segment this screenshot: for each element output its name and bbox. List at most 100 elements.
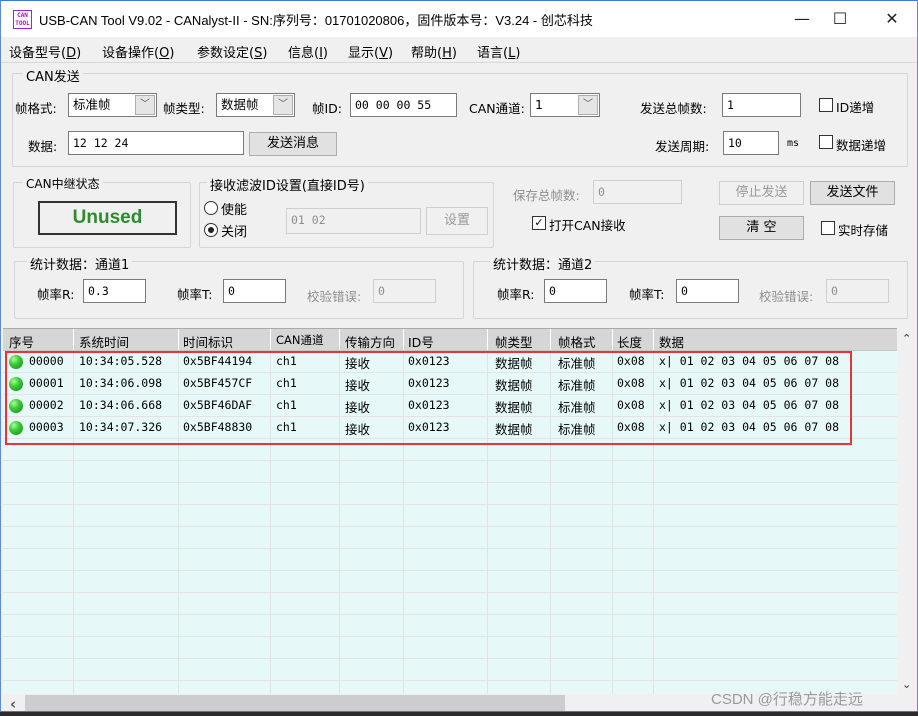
menu-display[interactable]: 显示(V) — [348, 42, 393, 61]
clear-button[interactable]: 清 空 — [719, 216, 804, 240]
cell-data: x| 01 02 03 04 05 06 07 08 — [659, 420, 840, 434]
col-separator[interactable] — [178, 329, 179, 350]
col-separator[interactable] — [73, 329, 74, 350]
col-header-system-time[interactable]: 系统时间 — [79, 332, 129, 351]
col-separator[interactable] — [339, 329, 340, 350]
cell-data: x| 01 02 03 04 05 06 07 08 — [659, 398, 840, 412]
menu-help[interactable]: 帮助(H) — [411, 42, 457, 61]
col-separator[interactable] — [612, 329, 613, 350]
maximize-icon: ☐ — [832, 9, 848, 28]
cell-system-time: 10:34:06.668 — [79, 398, 163, 412]
frame-type-value: 数据帧 — [221, 97, 259, 112]
menu-device-operation[interactable]: 设备操作(O) — [102, 42, 174, 61]
send-period-input[interactable]: 10 — [723, 131, 779, 155]
menu-device-model[interactable]: 设备型号(D) — [9, 42, 81, 61]
receive-filter-title: 接收滤波ID设置(直接ID号) — [207, 175, 368, 194]
relay-status-indicator: Unused — [38, 201, 177, 235]
col-header-data[interactable]: 数据 — [659, 332, 684, 351]
table-row[interactable]: 00000 10:34:05.528 0x5BF44194 ch1 接收 0x0123 数据… — [3, 351, 897, 373]
frame-format-select[interactable]: 标准帧 ﹀ — [68, 93, 157, 117]
col-separator[interactable] — [403, 329, 404, 350]
relay-status-title: CAN中继状态 — [23, 175, 103, 192]
cell-frame-type: 数据帧 — [495, 422, 533, 437]
data-label: 数据: — [28, 139, 58, 154]
col-header-id[interactable]: ID号 — [408, 332, 434, 351]
frame-id-input[interactable]: 00 00 00 55 — [350, 93, 457, 117]
frame-type-select[interactable]: 数据帧 ﹀ — [216, 93, 295, 117]
cell-frame-format: 标准帧 — [558, 356, 596, 371]
realtime-save-checkbox[interactable] — [821, 221, 835, 235]
filter-disable-radio[interactable] — [204, 223, 218, 237]
col-separator[interactable] — [550, 329, 551, 350]
filter-id-input[interactable]: 01 02 — [286, 208, 421, 234]
total-frames-input[interactable]: 1 — [722, 93, 801, 117]
stop-send-button[interactable]: 停止发送 — [719, 181, 804, 205]
cell-direction: 接收 — [345, 400, 371, 415]
cell-frame-type: 数据帧 — [495, 400, 533, 415]
can-send-title: CAN发送 — [23, 66, 83, 85]
ch2-check-error-value: 0 — [826, 279, 889, 303]
menu-bar: 设备型号(D) 设备操作(O) 参数设定(S) 信息(I) 显示(V) 帮助(H… — [1, 37, 917, 63]
send-message-button[interactable]: 发送消息 — [249, 132, 337, 156]
chevron-down-icon: ﹀ — [135, 95, 155, 115]
col-header-frame-format[interactable]: 帧格式 — [558, 332, 596, 351]
col-separator[interactable] — [653, 329, 654, 350]
grid-header: 序号 系统时间 时间标识 CAN通道 传输方向 ID号 帧类型 帧格式 长度 数… — [3, 329, 897, 351]
empty-row — [3, 593, 897, 615]
scroll-down-icon[interactable]: ⌄ — [902, 678, 911, 691]
minimize-icon: — — [794, 9, 810, 28]
data-increment-checkbox[interactable] — [819, 135, 833, 149]
col-separator[interactable] — [487, 329, 488, 350]
saved-frames-label: 保存总帧数: — [513, 188, 580, 203]
horizontal-scroll-thumb[interactable] — [25, 695, 565, 712]
cell-length: 0x08 — [617, 398, 645, 412]
message-grid[interactable]: 序号 系统时间 时间标识 CAN通道 传输方向 ID号 帧类型 帧格式 长度 数… — [3, 328, 897, 694]
menu-parameter-settings[interactable]: 参数设定(S) — [197, 42, 267, 61]
table-row[interactable]: 00002 10:34:06.668 0x5BF46DAF ch1 接收 0x0123 数据… — [3, 395, 897, 417]
col-header-seq[interactable]: 序号 — [9, 332, 34, 351]
scroll-up-icon[interactable]: ⌃ — [902, 332, 911, 345]
col-header-can-channel[interactable]: CAN通道 — [276, 332, 324, 348]
checkmark-icon: ✓ — [534, 216, 544, 229]
filter-enable-radio[interactable] — [204, 201, 218, 215]
id-increment-checkbox[interactable] — [819, 98, 833, 112]
status-led-icon — [9, 399, 23, 413]
cell-length: 0x08 — [617, 376, 645, 390]
ch2-rate-r-label: 帧率R: — [497, 287, 535, 302]
period-unit: ms — [787, 138, 800, 149]
cell-frame-type: 数据帧 — [495, 378, 533, 393]
table-row[interactable]: 00001 10:34:06.098 0x5BF457CF ch1 接收 0x0123 数据… — [3, 373, 897, 395]
frame-format-label: 帧格式: — [15, 101, 57, 116]
close-button[interactable]: ✕ — [869, 1, 915, 37]
col-header-timestamp[interactable]: 时间标识 — [183, 332, 233, 351]
chevron-down-icon: ﹀ — [273, 95, 293, 115]
menu-language[interactable]: 语言(L) — [477, 42, 520, 61]
filter-set-button[interactable]: 设置 — [426, 207, 488, 235]
menu-info[interactable]: 信息(I) — [288, 42, 328, 61]
frame-id-label: 帧ID: — [312, 101, 343, 116]
cell-can-channel: ch1 — [276, 398, 297, 412]
data-input[interactable]: 12 12 24 — [68, 131, 244, 155]
empty-row — [3, 659, 897, 681]
menu-accel: D — [66, 46, 77, 61]
col-header-length[interactable]: 长度 — [617, 332, 642, 351]
stats-channel2-title: 统计数据：通道2 — [490, 254, 596, 273]
table-row[interactable]: 00003 10:34:07.326 0x5BF48830 ch1 接收 0x0123 数据… — [3, 417, 897, 439]
cell-can-channel: ch1 — [276, 420, 297, 434]
send-file-button[interactable]: 发送文件 — [810, 181, 895, 205]
col-header-frame-type[interactable]: 帧类型 — [495, 332, 533, 351]
col-header-direction[interactable]: 传输方向 — [345, 332, 395, 351]
vertical-scrollbar[interactable]: ⌃ ⌄ — [897, 328, 917, 694]
open-receive-checkbox[interactable]: ✓ — [532, 216, 546, 230]
cell-direction: 接收 — [345, 356, 371, 371]
cell-seq: 00000 — [29, 354, 64, 368]
cell-data: x| 01 02 03 04 05 06 07 08 — [659, 376, 840, 390]
ch2-rate-r-value: 0 — [544, 279, 607, 303]
cell-can-channel: ch1 — [276, 354, 297, 368]
cell-seq: 00001 — [29, 376, 64, 390]
col-separator[interactable] — [270, 329, 271, 350]
empty-row — [3, 483, 897, 505]
cell-timestamp: 0x5BF46DAF — [183, 398, 253, 412]
can-channel-select[interactable]: 1 ﹀ — [530, 93, 600, 117]
maximize-button[interactable]: ☐ — [817, 1, 863, 37]
